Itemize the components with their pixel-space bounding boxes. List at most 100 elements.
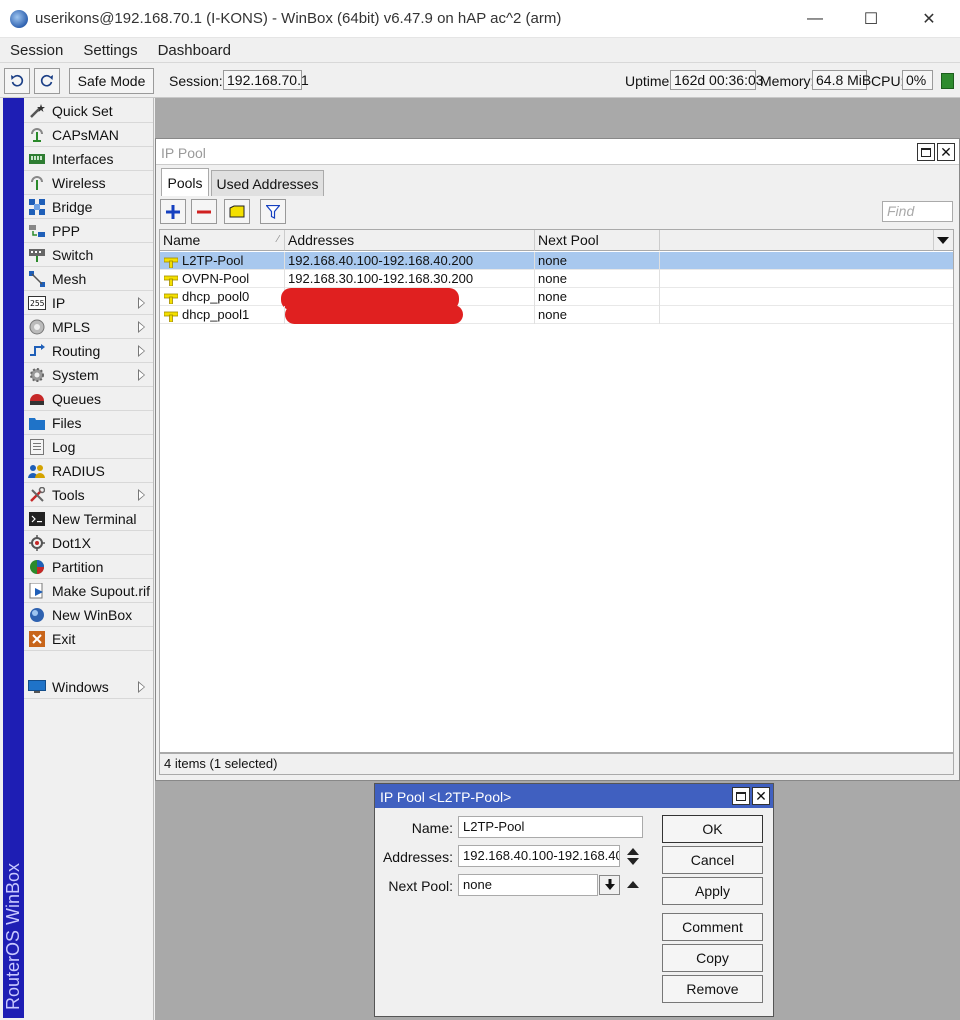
sidebar-item-capsman[interactable]: CAPsMAN [24,123,153,147]
cancel-button[interactable]: Cancel [662,846,763,874]
sidebar-item-exit[interactable]: Exit [24,627,153,651]
next-pool-label: Next Pool: [388,878,453,894]
apply-button[interactable]: Apply [662,877,763,905]
dialog-close-button[interactable]: ✕ [752,787,770,805]
window-close-button[interactable]: ✕ [937,143,955,161]
column-header-next-pool[interactable]: Next Pool [535,230,660,251]
ok-button[interactable]: OK [662,815,763,843]
table-row[interactable]: dhcp_pool1 none [160,305,953,324]
comment-dialog-button[interactable]: Comment [662,913,763,941]
cpu-label: CPU: [871,73,905,89]
table-row[interactable]: L2TP-Pool 192.168.40.100-192.168.40.200 no… [160,252,953,270]
queues-icon [28,391,46,407]
log-icon [28,438,46,455]
ip-icon: 255 [28,295,46,311]
menu-dashboard[interactable]: Dashboard [148,42,241,59]
sidebar-item-new-winbox[interactable]: New WinBox [24,603,153,627]
sidebar-item-new-terminal[interactable]: New Terminal [24,507,153,531]
terminal-icon [28,511,46,527]
tab-pools[interactable]: Pools [161,168,209,196]
filter-button[interactable] [260,199,286,224]
close-button[interactable]: ✕ [900,0,958,38]
sidebar-item-make-supout-rif[interactable]: Make Supout.rif [24,579,153,603]
sidebar-item-wireless[interactable]: Wireless [24,171,153,195]
sidebar-item-radius[interactable]: RADIUS [24,459,153,483]
dialog-titlebar[interactable]: IP Pool <L2TP-Pool> ✕ [375,784,773,808]
remove-button[interactable] [191,199,217,224]
sidebar-item-ppp[interactable]: PPP [24,219,153,243]
sidebar-item-files[interactable]: Files [24,411,153,435]
sidebar-item-queues[interactable]: Queues [24,387,153,411]
minus-icon [197,210,211,213]
sidebar-item-label: CAPsMAN [52,126,119,143]
submenu-arrow-icon [138,345,145,357]
column-header-name[interactable]: Name ⁄ [160,230,285,251]
remove-next-pool-icon[interactable] [627,881,639,888]
copy-button[interactable]: Copy [662,944,763,972]
redo-button[interactable] [34,68,60,94]
cell-empty [660,252,953,270]
column-menu-button[interactable] [934,230,953,251]
addresses-field[interactable]: 192.168.40.100-192.168.40. [458,845,620,867]
uptime-label: Uptime: [625,73,674,89]
menu-settings[interactable]: Settings [73,42,147,59]
supout-icon [28,582,46,599]
pool-icon [163,309,179,323]
arrow-down-icon [627,858,639,865]
next-pool-dropdown-button[interactable] [599,875,620,895]
sidebar-item-label: New WinBox [52,606,133,623]
cell-empty [660,306,953,324]
next-pool-select[interactable]: none [458,874,598,896]
sidebar-item-tools[interactable]: Tools [24,483,153,507]
sidebar-item-label: IP [52,294,66,311]
sidebar-item-partition[interactable]: Partition [24,555,153,579]
bridge-icon [28,198,46,215]
sidebar-item-mpls[interactable]: MPLS [24,315,153,339]
window-maximize-button[interactable] [917,143,935,161]
interfaces-icon [28,151,46,167]
add-button[interactable] [160,199,186,224]
column-header-addresses[interactable]: Addresses [285,230,535,251]
svg-text:255: 255 [30,299,45,308]
comment-button[interactable] [224,199,250,224]
cell-addresses: 192.168.30.100-192.168.30.200 [285,270,535,288]
sidebar-item-label: Dot1X [52,534,91,551]
sidebar-item-ip[interactable]: 255 IP [24,291,153,315]
find-input[interactable]: Find [882,201,953,222]
sidebar-item-quick-set[interactable]: Quick Set [24,99,153,123]
addresses-stepper[interactable] [627,848,639,866]
menu-session[interactable]: Session [0,42,73,59]
table-row[interactable]: dhcp_pool0 none [160,288,953,310]
winbox-icon [28,607,46,623]
dialog-maximize-button[interactable] [732,787,750,805]
dialog-title: IP Pool <L2TP-Pool> [380,789,512,805]
gear-icon [28,367,46,383]
table-row[interactable]: OVPN-Pool 192.168.30.100-192.168.30.200 no… [160,270,953,288]
cell-next-pool: none [535,306,660,324]
window-title: userikons@192.168.70.1 (I-KONS) - WinBox… [35,10,562,27]
sidebar-item-bridge[interactable]: Bridge [24,195,153,219]
sidebar-item-interfaces[interactable]: Interfaces [24,147,153,171]
minimize-button[interactable]: — [786,0,844,38]
safe-mode-button[interactable]: Safe Mode [69,68,154,94]
sidebar-item-log[interactable]: Log [24,435,153,459]
cell-name: dhcp_pool0 [160,288,285,306]
sidebar-item-dot1x[interactable]: Dot1X [24,531,153,555]
sidebar-item-mesh[interactable]: Mesh [24,267,153,291]
tab-used-addresses[interactable]: Used Addresses [211,170,324,196]
remove-dialog-button[interactable]: Remove [662,975,763,1003]
cell-empty [660,288,953,306]
maximize-button[interactable]: ☐ [842,0,900,38]
exit-icon [28,630,46,647]
sidebar-item-routing[interactable]: Routing [24,339,153,363]
menu-bar: Session Settings Dashboard [0,38,960,62]
sidebar-item-switch[interactable]: Switch [24,243,153,267]
sidebar-item-label: RADIUS [52,462,105,479]
name-field[interactable]: L2TP-Pool [458,816,643,838]
sidebar-item-system[interactable]: System [24,363,153,387]
sidebar-item-windows[interactable]: Windows [24,675,153,699]
undo-button[interactable] [4,68,30,94]
ip-pool-window-titlebar[interactable]: IP Pool ✕ [156,139,959,165]
wireless-icon [28,175,46,191]
cell-name: dhcp_pool1 [160,306,285,324]
